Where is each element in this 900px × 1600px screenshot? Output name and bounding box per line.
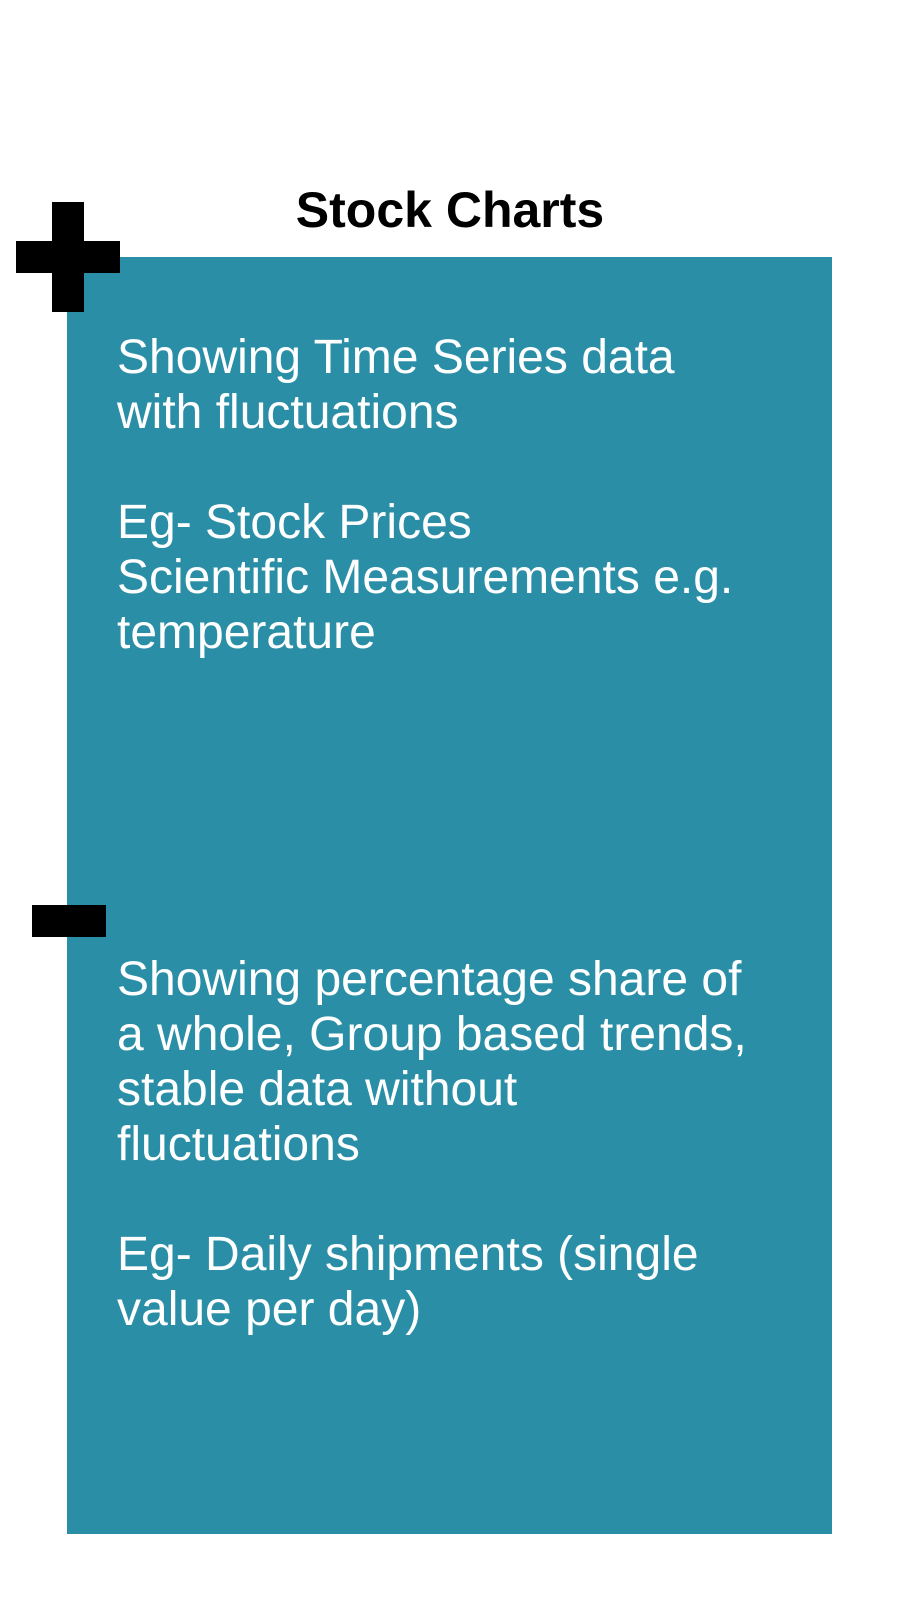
pros-line: with fluctuations [117,386,459,439]
cons-line: stable data without [117,1063,518,1116]
pros-line: Showing Time Series data [117,331,675,384]
plus-icon [16,202,120,312]
minus-icon [32,905,106,937]
pros-example: temperature [117,606,376,659]
pros-example: Eg- Stock Prices [117,496,472,549]
cons-section: Showing percentage share of a whole, Gro… [117,952,817,1337]
cons-line: a whole, Group based trends, [117,1008,747,1061]
cons-line: Showing percentage share of [117,953,742,1006]
pros-example: Scientific Measurements e.g. [117,551,734,604]
cons-example: Eg- Daily shipments (single [117,1228,699,1281]
pros-section: Showing Time Series data with fluctuatio… [117,330,817,660]
page-title: Stock Charts [295,182,605,238]
cons-example: value per day) [117,1283,422,1336]
cons-line: fluctuations [117,1118,360,1171]
